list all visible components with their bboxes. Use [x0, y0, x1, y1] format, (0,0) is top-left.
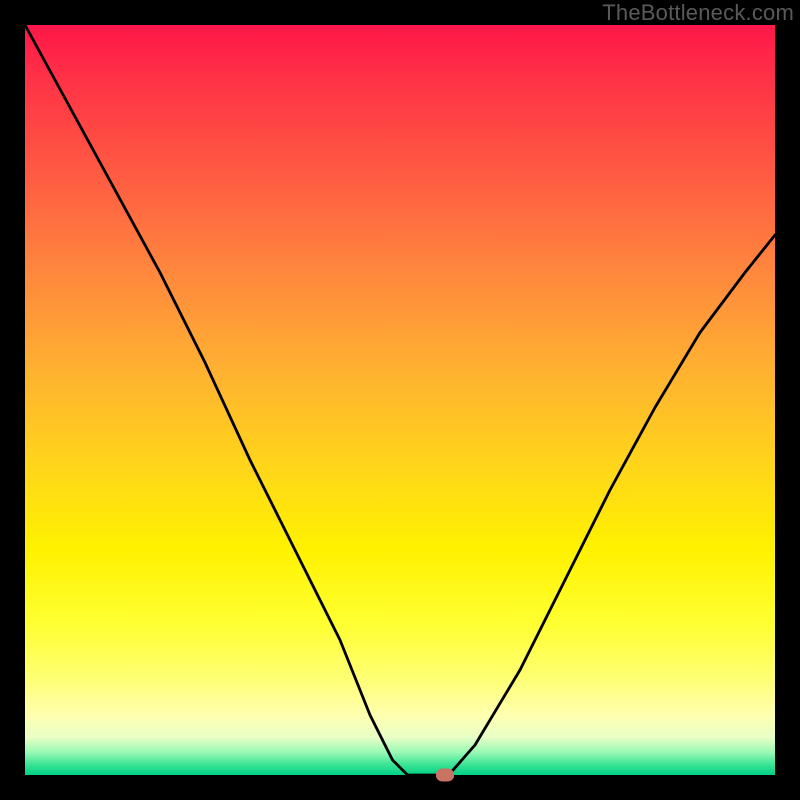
- chart-container: TheBottleneck.com: [0, 0, 800, 800]
- optimal-point-marker: [436, 769, 454, 782]
- plot-area: [25, 25, 775, 775]
- curve-line: [25, 25, 775, 775]
- watermark-text: TheBottleneck.com: [602, 0, 794, 26]
- bottleneck-curve: [25, 25, 775, 775]
